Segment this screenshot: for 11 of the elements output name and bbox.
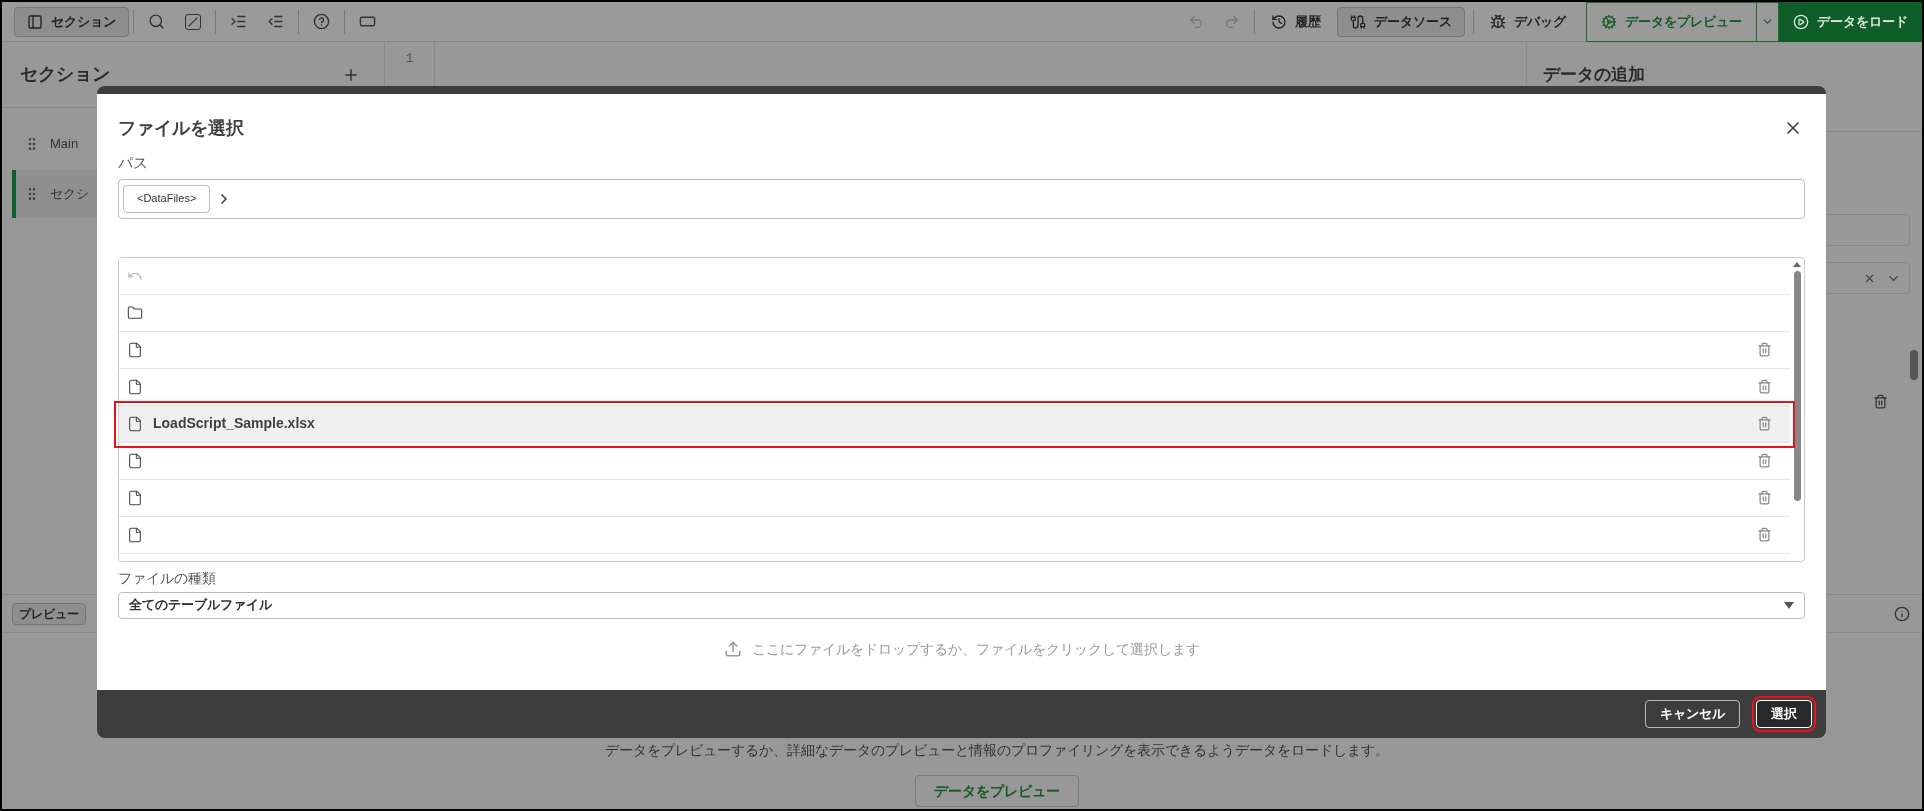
- line-number: 1: [405, 51, 414, 68]
- section-label: セクシ: [50, 185, 89, 204]
- path-label: パス: [118, 153, 149, 173]
- section-label: Main: [50, 135, 79, 154]
- drop-hint: ここにファイルをドロップするか、ファイルをクリックして選択します: [751, 639, 1200, 659]
- panel-title: データの追加: [1543, 65, 1645, 84]
- file-name: LoadScript_Sample.xlsx: [153, 414, 315, 433]
- dialog-title: ファイルを選択: [118, 116, 244, 140]
- sidebar-title: セクション: [20, 63, 110, 86]
- file-type-label: ファイルの種類: [118, 568, 217, 588]
- empty-message: データをプレビューするか、詳細なデータのプレビューと情報のプロファイリングを表示できるようデータをロードします。: [605, 741, 1389, 760]
